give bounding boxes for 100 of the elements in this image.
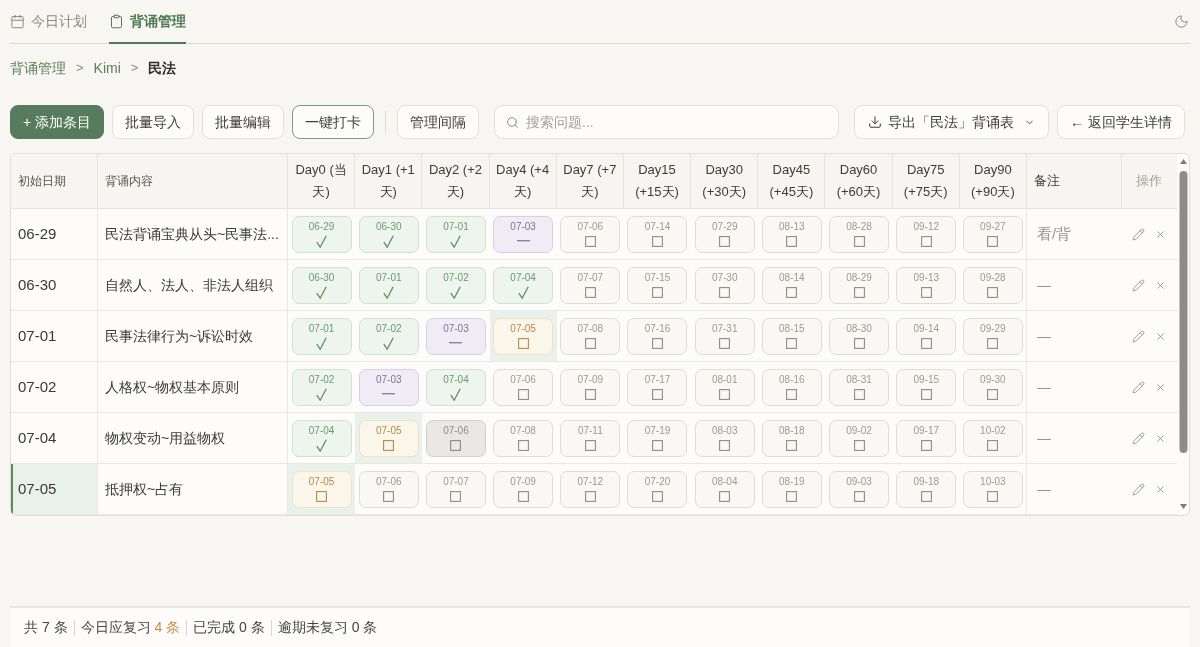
back-button[interactable]: ← 返回学生详情 [1057,105,1185,139]
table-cell-text: — [1037,326,1051,346]
review-toggle[interactable]: 09-17 [896,419,957,457]
toolbar-button[interactable]: 一键打卡 [292,105,375,139]
review-toggle[interactable]: 07-03 [425,317,486,355]
table-cell: 07-05 [11,464,98,514]
review-toggle[interactable]: 07-06 [560,215,621,253]
breadcrumb-separator: > [130,59,139,78]
review-toggle[interactable]: 07-04 [291,419,352,457]
review-toggle[interactable]: 07-17 [627,368,688,406]
review-toggle[interactable]: 08-19 [761,470,822,508]
breadcrumb-link[interactable]: 背诵管理 [10,57,66,79]
review-toggle[interactable]: 07-02 [425,266,486,304]
review-toggle[interactable]: 06-29 [291,215,352,253]
review-toggle[interactable]: 08-28 [829,215,890,253]
review-toggle[interactable]: 09-13 [896,266,957,304]
review-toggle[interactable]: 07-07 [560,266,621,304]
review-toggle[interactable]: 09-02 [829,419,890,457]
delete-button[interactable] [1155,381,1167,393]
review-toggle[interactable]: 07-01 [358,266,419,304]
review-toggle[interactable]: 07-31 [694,317,755,355]
review-toggle[interactable]: 07-03 [358,368,419,406]
pencil-icon [1132,431,1146,445]
review-toggle[interactable]: 09-14 [896,317,957,355]
moon-icon[interactable] [1174,14,1189,29]
review-toggle[interactable]: 06-30 [291,266,352,304]
edit-button[interactable] [1132,278,1146,292]
review-toggle[interactable]: 08-16 [761,368,822,406]
review-toggle[interactable]: 09-03 [829,470,890,508]
review-toggle[interactable]: 08-04 [694,470,755,508]
review-toggle[interactable]: 09-27 [962,215,1023,253]
review-toggle[interactable]: 09-12 [896,215,957,253]
breadcrumb-link[interactable]: Kimi [93,57,121,79]
edit-button[interactable] [1132,380,1146,394]
review-toggle[interactable]: 09-29 [962,317,1023,355]
review-toggle[interactable]: 08-29 [829,266,890,304]
checkbox-icon [652,337,663,349]
review-toggle[interactable]: 09-28 [962,266,1023,304]
edit-button[interactable] [1132,482,1146,496]
delete-button[interactable] [1155,483,1167,495]
review-toggle[interactable]: 07-19 [627,419,688,457]
checkbox-icon [786,235,798,247]
review-toggle[interactable]: 08-15 [761,317,822,355]
review-toggle[interactable]: 08-18 [761,419,822,457]
review-toggle[interactable]: 07-08 [493,419,554,457]
review-toggle[interactable]: 08-13 [761,215,822,253]
review-toggle[interactable]: 09-15 [896,368,957,406]
review-toggle[interactable]: 07-16 [627,317,688,355]
review-toggle[interactable]: 08-03 [694,419,755,457]
review-toggle[interactable]: 09-30 [962,368,1023,406]
delete-button[interactable] [1155,330,1167,342]
toolbar-button[interactable]: 管理间隔 [397,105,480,139]
review-toggle[interactable]: 07-02 [291,368,352,406]
review-toggle[interactable]: 07-30 [694,266,755,304]
review-toggle[interactable]: 07-12 [560,470,621,508]
review-toggle[interactable]: 10-02 [962,419,1023,457]
edit-button[interactable] [1132,431,1146,445]
review-toggle[interactable]: 08-14 [761,266,822,304]
review-toggle[interactable]: 08-30 [829,317,890,355]
delete-button[interactable] [1155,228,1167,240]
review-toggle[interactable]: 07-04 [493,266,554,304]
review-toggle[interactable]: 07-09 [493,470,554,508]
review-toggle[interactable]: 09-18 [896,470,957,508]
column-header: 操作 [1136,172,1163,191]
review-toggle[interactable]: 06-30 [358,215,419,253]
review-toggle[interactable]: 08-31 [829,368,890,406]
review-toggle[interactable]: 07-08 [560,317,621,355]
review-toggle[interactable]: 07-06 [358,470,419,508]
review-toggle[interactable]: 07-06 [493,368,554,406]
toolbar-button[interactable]: + 添加条目 [10,105,105,139]
review-toggle[interactable]: 07-29 [694,215,755,253]
column-header: Day0 (当天) [294,161,348,201]
review-toggle[interactable]: 07-04 [425,368,486,406]
delete-button[interactable] [1155,279,1167,291]
review-toggle[interactable]: 07-05 [291,470,352,508]
review-toggle[interactable]: 07-11 [560,419,621,457]
review-toggle[interactable]: 07-03 [493,215,554,253]
tab[interactable]: 今日计划 [10,0,87,44]
review-toggle[interactable]: 07-20 [627,470,688,508]
review-toggle[interactable]: 07-05 [358,419,419,457]
review-toggle[interactable]: 07-06 [425,419,486,457]
export-button[interactable]: 导出「民法」背诵表 [854,105,1050,139]
review-toggle[interactable]: 07-01 [291,317,352,355]
edit-button[interactable] [1132,227,1146,241]
review-toggle[interactable]: 07-09 [560,368,621,406]
review-toggle[interactable]: 07-15 [627,266,688,304]
review-toggle[interactable]: 10-03 [962,470,1023,508]
review-toggle[interactable]: 07-05 [493,317,554,355]
review-toggle[interactable]: 07-02 [358,317,419,355]
search-field[interactable]: 搜索问题... [494,105,840,139]
tab[interactable]: 背诵管理 [109,0,186,44]
review-toggle[interactable]: 07-07 [425,470,486,508]
review-toggle[interactable]: 08-01 [694,368,755,406]
toolbar-button[interactable]: 批量编辑 [202,105,285,139]
review-toggle[interactable]: 07-01 [425,215,486,253]
review-toggle[interactable]: 07-14 [627,215,688,253]
summary-stat: 已完成 0 条 [193,618,265,637]
delete-button[interactable] [1155,432,1167,444]
toolbar-button[interactable]: 批量导入 [112,105,195,139]
edit-button[interactable] [1132,329,1146,343]
